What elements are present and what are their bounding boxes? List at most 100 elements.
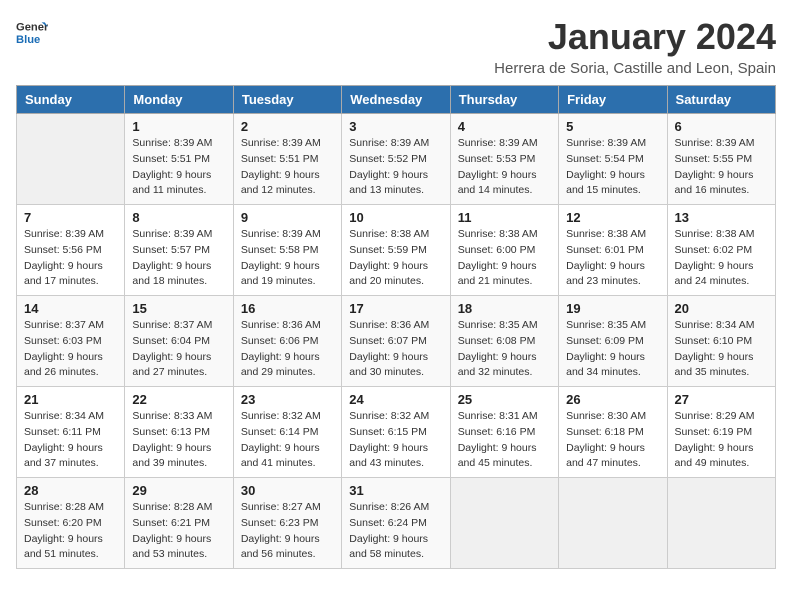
calendar-cell: 31 Sunrise: 8:26 AMSunset: 6:24 PMDayligh… bbox=[342, 478, 450, 569]
day-info: Sunrise: 8:29 AMSunset: 6:19 PMDaylight:… bbox=[675, 409, 768, 472]
day-info: Sunrise: 8:31 AMSunset: 6:16 PMDaylight:… bbox=[458, 409, 551, 472]
calendar-cell bbox=[450, 478, 558, 569]
day-number: 28 bbox=[24, 483, 117, 498]
weekday-header-friday: Friday bbox=[559, 86, 667, 114]
day-number: 8 bbox=[132, 210, 225, 225]
day-info: Sunrise: 8:27 AMSunset: 6:23 PMDaylight:… bbox=[241, 500, 334, 563]
day-number: 19 bbox=[566, 301, 659, 316]
weekday-header-wednesday: Wednesday bbox=[342, 86, 450, 114]
weekday-header-saturday: Saturday bbox=[667, 86, 775, 114]
day-info: Sunrise: 8:32 AMSunset: 6:14 PMDaylight:… bbox=[241, 409, 334, 472]
calendar-cell: 12 Sunrise: 8:38 AMSunset: 6:01 PMDayligh… bbox=[559, 205, 667, 296]
calendar-week-row: 28 Sunrise: 8:28 AMSunset: 6:20 PMDayligh… bbox=[17, 478, 776, 569]
calendar-cell: 5Sunrise: 8:39 AMSunset: 5:54 PMDaylight… bbox=[559, 114, 667, 205]
day-number: 2 bbox=[241, 119, 334, 134]
day-info: Sunrise: 8:37 AMSunset: 6:03 PMDaylight:… bbox=[24, 318, 117, 381]
day-info: Sunrise: 8:38 AMSunset: 5:59 PMDaylight:… bbox=[349, 227, 442, 290]
day-number: 24 bbox=[349, 392, 442, 407]
day-info: Sunrise: 8:39 AMSunset: 5:52 PMDaylight:… bbox=[349, 136, 442, 199]
calendar-cell: 27 Sunrise: 8:29 AMSunset: 6:19 PMDayligh… bbox=[667, 387, 775, 478]
calendar-table: SundayMondayTuesdayWednesdayThursdayFrid… bbox=[16, 85, 776, 569]
calendar-cell: 2 Sunrise: 8:39 AMSunset: 5:51 PMDaylight… bbox=[233, 114, 341, 205]
day-info: Sunrise: 8:39 AMSunset: 5:51 PMDaylight:… bbox=[241, 136, 334, 199]
day-number: 16 bbox=[241, 301, 334, 316]
day-number: 18 bbox=[458, 301, 551, 316]
calendar-week-row: 14 Sunrise: 8:37 AMSunset: 6:03 PMDayligh… bbox=[17, 296, 776, 387]
calendar-cell: 4 Sunrise: 8:39 AMSunset: 5:53 PMDaylight… bbox=[450, 114, 558, 205]
day-info: Sunrise: 8:39 AMSunset: 5:54 PMDaylight:… bbox=[566, 136, 659, 199]
day-number: 9 bbox=[241, 210, 334, 225]
calendar-cell: 20Sunrise: 8:34 AMSunset: 6:10 PMDayligh… bbox=[667, 296, 775, 387]
day-number: 12 bbox=[566, 210, 659, 225]
weekday-header-row: SundayMondayTuesdayWednesdayThursdayFrid… bbox=[17, 86, 776, 114]
day-number: 26 bbox=[566, 392, 659, 407]
day-number: 4 bbox=[458, 119, 551, 134]
day-info: Sunrise: 8:39 AMSunset: 5:51 PMDaylight:… bbox=[132, 136, 225, 199]
calendar-cell: 11 Sunrise: 8:38 AMSunset: 6:00 PMDayligh… bbox=[450, 205, 558, 296]
day-number: 7 bbox=[24, 210, 117, 225]
calendar-cell bbox=[667, 478, 775, 569]
day-number: 14 bbox=[24, 301, 117, 316]
day-info: Sunrise: 8:38 AMSunset: 6:02 PMDaylight:… bbox=[675, 227, 768, 290]
page-header: General Blue January 2024 Herrera de Sor… bbox=[16, 16, 776, 77]
calendar-week-row: 7Sunrise: 8:39 AMSunset: 5:56 PMDaylight… bbox=[17, 205, 776, 296]
day-info: Sunrise: 8:34 AMSunset: 6:11 PMDaylight:… bbox=[24, 409, 117, 472]
day-number: 10 bbox=[349, 210, 442, 225]
calendar-cell: 30Sunrise: 8:27 AMSunset: 6:23 PMDayligh… bbox=[233, 478, 341, 569]
calendar-cell: 13 Sunrise: 8:38 AMSunset: 6:02 PMDayligh… bbox=[667, 205, 775, 296]
title-block: January 2024 Herrera de Soria, Castille … bbox=[494, 16, 776, 77]
day-info: Sunrise: 8:35 AMSunset: 6:08 PMDaylight:… bbox=[458, 318, 551, 381]
day-info: Sunrise: 8:38 AMSunset: 6:00 PMDaylight:… bbox=[458, 227, 551, 290]
calendar-week-row: 21Sunrise: 8:34 AMSunset: 6:11 PMDayligh… bbox=[17, 387, 776, 478]
day-info: Sunrise: 8:39 AMSunset: 5:58 PMDaylight:… bbox=[241, 227, 334, 290]
day-number: 1 bbox=[132, 119, 225, 134]
calendar-cell: 10 Sunrise: 8:38 AMSunset: 5:59 PMDayligh… bbox=[342, 205, 450, 296]
calendar-cell: 24 Sunrise: 8:32 AMSunset: 6:15 PMDayligh… bbox=[342, 387, 450, 478]
day-info: Sunrise: 8:36 AMSunset: 6:07 PMDaylight:… bbox=[349, 318, 442, 381]
calendar-cell: 8 Sunrise: 8:39 AMSunset: 5:57 PMDaylight… bbox=[125, 205, 233, 296]
day-number: 15 bbox=[132, 301, 225, 316]
weekday-header-thursday: Thursday bbox=[450, 86, 558, 114]
day-number: 6 bbox=[675, 119, 768, 134]
month-title: January 2024 bbox=[494, 16, 776, 58]
day-info: Sunrise: 8:39 AMSunset: 5:55 PMDaylight:… bbox=[675, 136, 768, 199]
day-number: 31 bbox=[349, 483, 442, 498]
day-info: Sunrise: 8:30 AMSunset: 6:18 PMDaylight:… bbox=[566, 409, 659, 472]
calendar-cell: 19Sunrise: 8:35 AMSunset: 6:09 PMDayligh… bbox=[559, 296, 667, 387]
day-info: Sunrise: 8:37 AMSunset: 6:04 PMDaylight:… bbox=[132, 318, 225, 381]
calendar-cell: 17 Sunrise: 8:36 AMSunset: 6:07 PMDayligh… bbox=[342, 296, 450, 387]
day-info: Sunrise: 8:39 AMSunset: 5:53 PMDaylight:… bbox=[458, 136, 551, 199]
calendar-cell: 15 Sunrise: 8:37 AMSunset: 6:04 PMDayligh… bbox=[125, 296, 233, 387]
calendar-cell: 25 Sunrise: 8:31 AMSunset: 6:16 PMDayligh… bbox=[450, 387, 558, 478]
day-number: 22 bbox=[132, 392, 225, 407]
location-subtitle: Herrera de Soria, Castille and Leon, Spa… bbox=[494, 60, 776, 77]
day-number: 11 bbox=[458, 210, 551, 225]
day-info: Sunrise: 8:33 AMSunset: 6:13 PMDaylight:… bbox=[132, 409, 225, 472]
weekday-header-monday: Monday bbox=[125, 86, 233, 114]
calendar-week-row: 1 Sunrise: 8:39 AMSunset: 5:51 PMDaylight… bbox=[17, 114, 776, 205]
calendar-cell: 9 Sunrise: 8:39 AMSunset: 5:58 PMDaylight… bbox=[233, 205, 341, 296]
calendar-cell bbox=[17, 114, 125, 205]
calendar-cell: 14 Sunrise: 8:37 AMSunset: 6:03 PMDayligh… bbox=[17, 296, 125, 387]
calendar-cell: 28 Sunrise: 8:28 AMSunset: 6:20 PMDayligh… bbox=[17, 478, 125, 569]
svg-text:Blue: Blue bbox=[16, 34, 40, 46]
day-number: 17 bbox=[349, 301, 442, 316]
calendar-cell: 29Sunrise: 8:28 AMSunset: 6:21 PMDayligh… bbox=[125, 478, 233, 569]
calendar-cell: 3Sunrise: 8:39 AMSunset: 5:52 PMDaylight… bbox=[342, 114, 450, 205]
calendar-cell: 7Sunrise: 8:39 AMSunset: 5:56 PMDaylight… bbox=[17, 205, 125, 296]
day-info: Sunrise: 8:32 AMSunset: 6:15 PMDaylight:… bbox=[349, 409, 442, 472]
day-info: Sunrise: 8:36 AMSunset: 6:06 PMDaylight:… bbox=[241, 318, 334, 381]
day-number: 23 bbox=[241, 392, 334, 407]
day-info: Sunrise: 8:26 AMSunset: 6:24 PMDaylight:… bbox=[349, 500, 442, 563]
day-number: 27 bbox=[675, 392, 768, 407]
day-info: Sunrise: 8:28 AMSunset: 6:20 PMDaylight:… bbox=[24, 500, 117, 563]
day-info: Sunrise: 8:38 AMSunset: 6:01 PMDaylight:… bbox=[566, 227, 659, 290]
day-info: Sunrise: 8:28 AMSunset: 6:21 PMDaylight:… bbox=[132, 500, 225, 563]
calendar-cell: 26 Sunrise: 8:30 AMSunset: 6:18 PMDayligh… bbox=[559, 387, 667, 478]
day-number: 25 bbox=[458, 392, 551, 407]
day-number: 13 bbox=[675, 210, 768, 225]
calendar-cell: 16 Sunrise: 8:36 AMSunset: 6:06 PMDayligh… bbox=[233, 296, 341, 387]
calendar-cell: 21Sunrise: 8:34 AMSunset: 6:11 PMDayligh… bbox=[17, 387, 125, 478]
day-info: Sunrise: 8:39 AMSunset: 5:57 PMDaylight:… bbox=[132, 227, 225, 290]
day-number: 20 bbox=[675, 301, 768, 316]
